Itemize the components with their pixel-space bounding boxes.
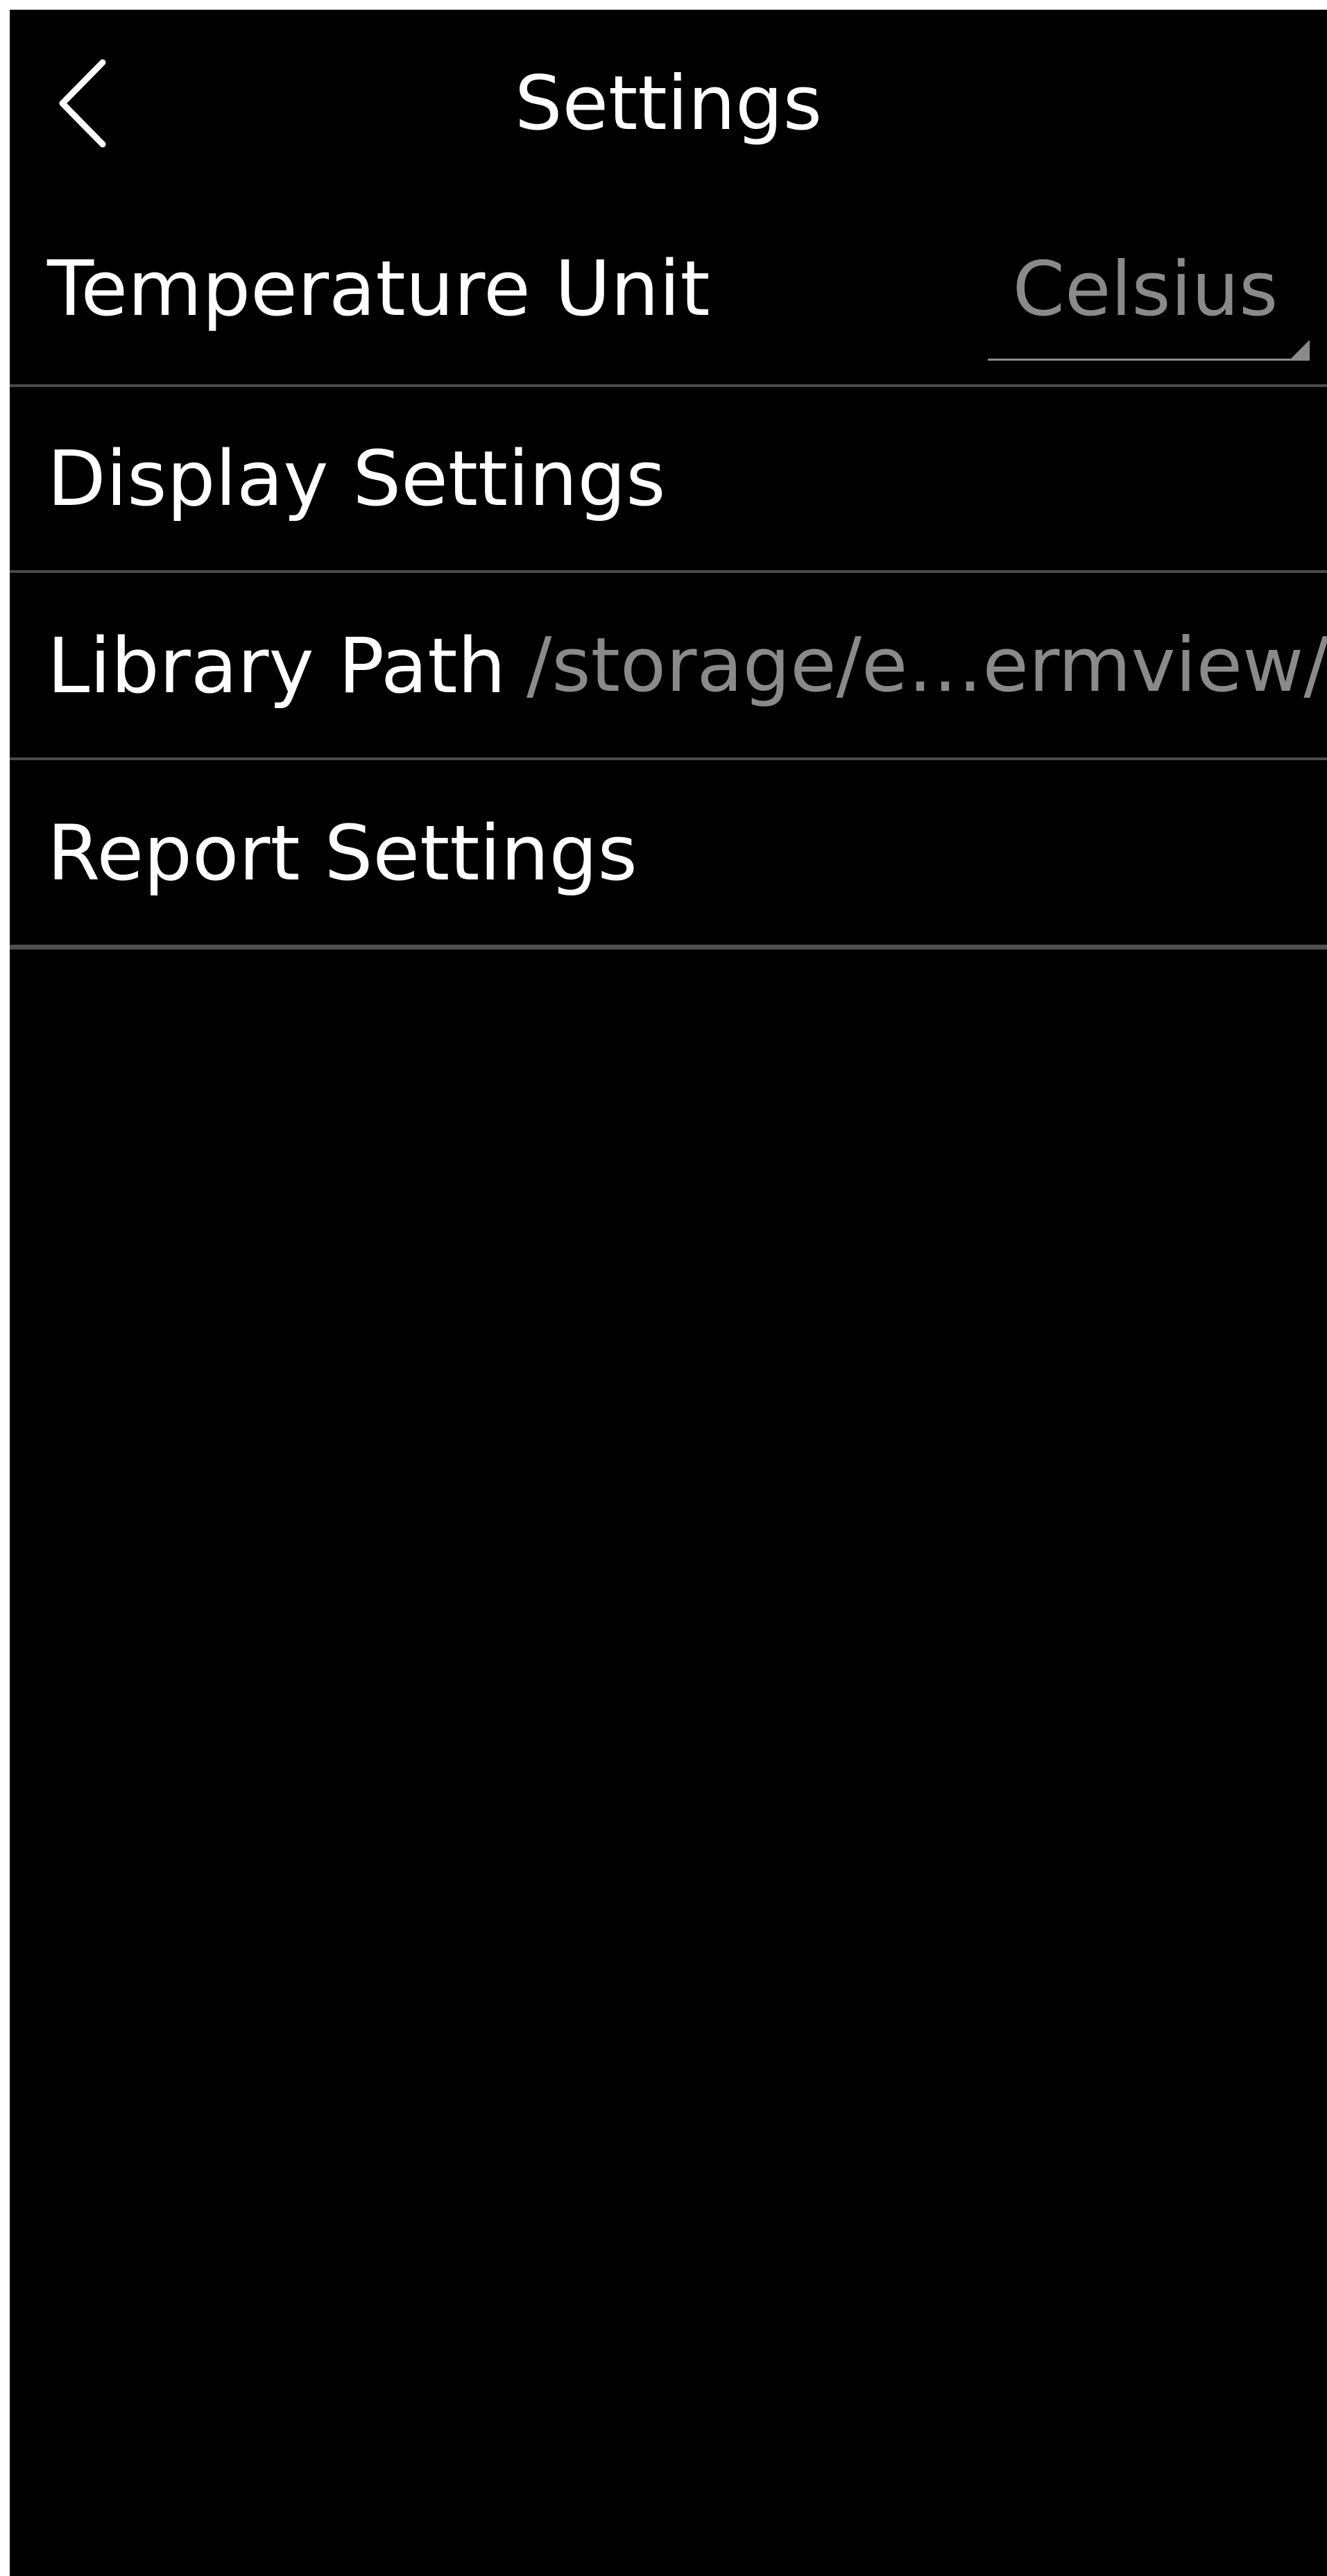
temperature-unit-value: Celsius [1012,246,1278,333]
dropdown-triangle-icon [1289,340,1310,361]
divider [10,945,1327,950]
library-path-value: /storage/e…ermview/ [526,622,1327,709]
temperature-unit-row: Temperature Unit Celsius [10,191,1327,384]
report-settings-row[interactable]: Report Settings [10,760,1327,945]
settings-screen: Settings Temperature Unit Celsius Displa… [10,10,1327,2576]
display-settings-row[interactable]: Display Settings [10,387,1327,570]
library-path-label: Library Path [47,621,506,710]
dropdown-underline [988,359,1310,361]
display-settings-label: Display Settings [47,434,666,523]
report-settings-label: Report Settings [47,809,637,898]
page-title: Settings [515,60,822,147]
temperature-unit-dropdown[interactable]: Celsius [981,234,1310,361]
app-bar: Settings [10,10,1327,191]
library-path-row[interactable]: Library Path /storage/e…ermview/ [10,573,1327,757]
temperature-unit-label: Temperature Unit [47,244,710,333]
